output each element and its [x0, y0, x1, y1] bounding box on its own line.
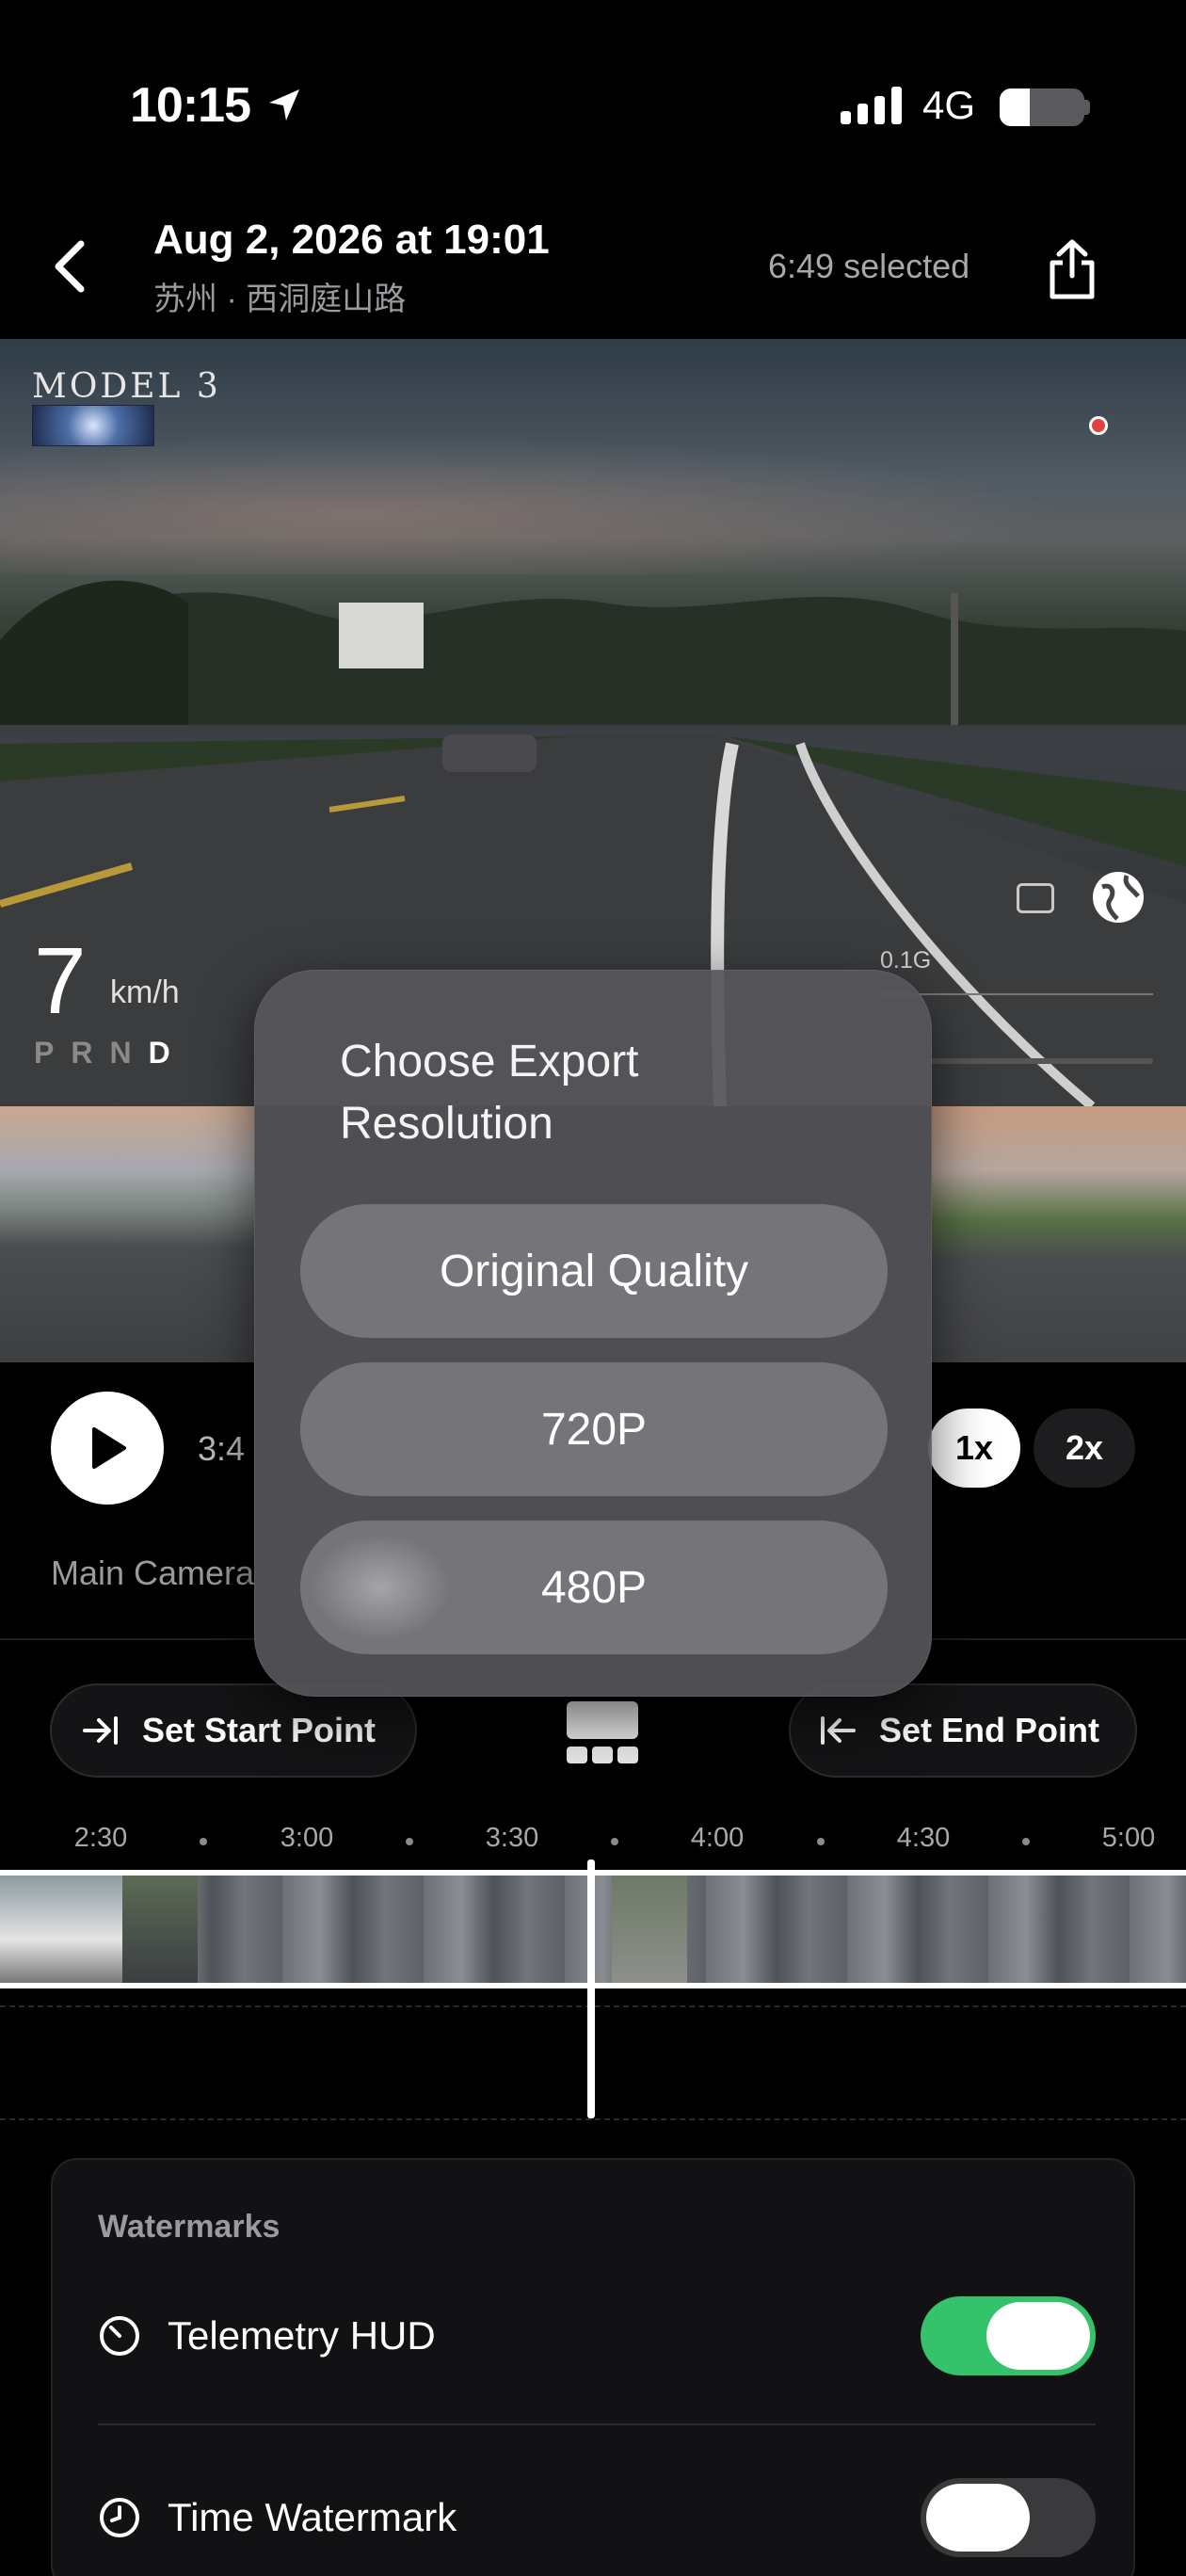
page-title: Aug 2, 2026 at 19:01: [153, 217, 550, 263]
list-icon[interactable]: [1017, 883, 1054, 913]
tick-label: 4:00: [690, 1823, 745, 1853]
gforce-label: 0.1G: [880, 947, 932, 974]
720p-option[interactable]: 720P: [300, 1362, 888, 1496]
timeline-ticks: 2:30 3:00 3:30 4:00 4:30 5:00: [0, 1823, 1186, 1860]
speed-2x-button[interactable]: 2x: [1034, 1409, 1135, 1488]
share-button[interactable]: [1039, 233, 1105, 305]
speed-unit: km/h: [110, 974, 180, 1010]
gear-r: R: [71, 1036, 110, 1070]
model-badge-image: [32, 405, 154, 446]
watermarks-panel: Watermarks Telemetry HUD Time Watermark: [51, 2158, 1135, 2576]
header: Aug 2, 2026 at 19:01 苏州 · 西洞庭山路 6:49 sel…: [0, 188, 1186, 339]
arrow-to-right-bar-icon: [83, 1716, 118, 1745]
playhead[interactable]: [587, 1860, 595, 2118]
status-bar: 10:15 4G: [0, 0, 1186, 188]
battery-cap: [1084, 100, 1090, 115]
telemetry-hud-toggle[interactable]: [921, 2296, 1096, 2375]
filmstrip-frame: [612, 1876, 687, 1983]
arrow-to-left-bar-icon: [821, 1716, 856, 1745]
cellular-signal-icon: [841, 87, 902, 124]
model-logo: MODEL 3: [32, 367, 221, 406]
selected-duration: 6:49 selected: [768, 247, 970, 285]
gauge-icon: [100, 2316, 139, 2356]
globe-icon[interactable]: [1089, 868, 1147, 926]
back-button[interactable]: [41, 233, 98, 299]
time-watermark-label: Time Watermark: [168, 2495, 457, 2539]
camera-layout-icon[interactable]: [565, 1699, 640, 1765]
play-button[interactable]: [51, 1392, 164, 1505]
tick-label: 4:30: [896, 1823, 951, 1853]
export-resolution-dialog: Choose Export Resolution Original Qualit…: [254, 970, 932, 1697]
location-arrow-icon: [269, 89, 299, 121]
set-start-point-button[interactable]: Set Start Point: [50, 1683, 417, 1778]
tick-dot: [200, 1838, 207, 1845]
tick-dot: [611, 1838, 618, 1845]
status-time: 10:15: [130, 78, 251, 133]
tick-label: 2:30: [73, 1823, 128, 1853]
time-watermark-row: Time Watermark: [98, 2461, 1096, 2574]
battery-icon: [1000, 89, 1084, 126]
watermarks-title: Watermarks: [98, 2209, 280, 2245]
tick-label: 3:30: [485, 1823, 539, 1853]
speed-readout: 7: [34, 928, 87, 1034]
tick-label: 3:00: [280, 1823, 334, 1853]
telemetry-hud-label: Telemetry HUD: [168, 2313, 436, 2358]
toggle-knob: [986, 2302, 1090, 2370]
camera-label: Main Camera: [51, 1554, 255, 1592]
tick-dot: [406, 1838, 413, 1845]
480p-option[interactable]: 480P: [300, 1521, 888, 1654]
filmstrip-frame: [0, 1876, 122, 1983]
chevron-left-icon: [55, 240, 85, 293]
location-subtitle: 苏州 · 西洞庭山路: [153, 282, 407, 317]
left-camera-thumbnail[interactable]: [0, 1106, 254, 1362]
filmstrip-frame: [122, 1876, 198, 1983]
480p-label: 480P: [540, 1562, 648, 1613]
clock-icon: [100, 2498, 139, 2537]
network-type: 4G: [922, 83, 976, 127]
gear-n: N: [109, 1036, 149, 1070]
play-icon: [92, 1427, 126, 1469]
share-icon: [1050, 239, 1095, 299]
set-end-label: Set End Point: [879, 1711, 1099, 1749]
current-time: 3:4: [198, 1429, 246, 1468]
gear-p: P: [34, 1036, 72, 1070]
dialog-title: Choose Export Resolution: [340, 1037, 639, 1149]
tick-label: 5:00: [1101, 1823, 1156, 1853]
tick-dot: [817, 1838, 825, 1845]
set-end-point-button[interactable]: Set End Point: [789, 1683, 1137, 1778]
speed-1x-button[interactable]: 1x: [928, 1409, 1020, 1488]
time-watermark-toggle[interactable]: [921, 2478, 1096, 2557]
gear-indicator: PRND: [34, 1036, 187, 1071]
telemetry-hud-row: Telemetry HUD: [98, 2279, 1096, 2392]
original-quality-option[interactable]: Original Quality: [300, 1204, 888, 1338]
mini-map[interactable]: [941, 678, 1186, 923]
toggle-knob: [926, 2484, 1030, 2552]
tick-dot: [1022, 1838, 1030, 1845]
set-start-label: Set Start Point: [142, 1711, 377, 1749]
gear-d-active: D: [148, 1036, 187, 1070]
right-camera-thumbnail[interactable]: [932, 1106, 1186, 1362]
row-separator: [98, 2423, 1096, 2425]
map-position-marker: [1089, 416, 1108, 435]
track-divider: [0, 2118, 1186, 2120]
